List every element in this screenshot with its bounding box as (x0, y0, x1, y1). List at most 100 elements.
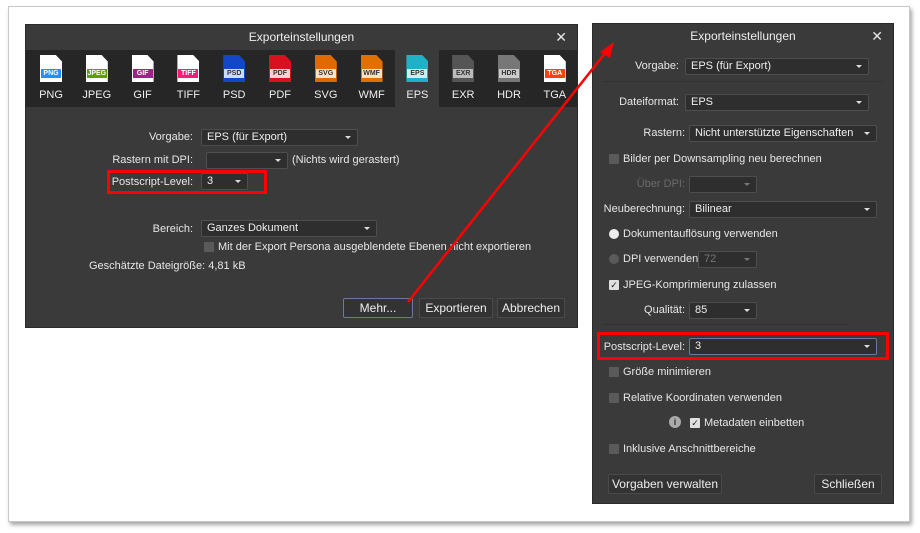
format-tag: WMF (361, 69, 382, 78)
format-label: PSD (222, 89, 246, 101)
above-dpi-label: Über DPI: (636, 178, 685, 190)
format-strip: PNG PNG JPEG JPEG GIF GIF TIFF TIFF PSD PSD PDF PDF… (26, 50, 577, 107)
file-eps-icon: EPS (406, 55, 429, 82)
vorgabe-label: Vorgabe: (148, 131, 193, 143)
postscript-level-label: Postscript-Level: (603, 341, 685, 353)
quality-label: Qualität: (644, 304, 685, 316)
format-tab-pdf[interactable]: PDF PDF (258, 50, 302, 107)
postscript-level-label: Postscript-Level: (111, 176, 193, 188)
file-jpeg-icon: JPEG (85, 55, 108, 82)
file-tga-icon: TGA (543, 55, 566, 82)
relative-coords-checkbox[interactable] (609, 393, 619, 403)
format-tab-gif[interactable]: GIF GIF (121, 50, 165, 107)
quality-dropdown[interactable]: 85 (689, 302, 757, 319)
minimize-label: Größe minimieren (623, 366, 712, 378)
export-button[interactable]: Exportieren (419, 298, 493, 318)
format-tab-eps[interactable]: EPS EPS (395, 50, 440, 107)
vorgabe-label: Vorgabe: (634, 60, 679, 72)
format-tag: PDF (270, 69, 290, 78)
format-tag: EPS (407, 69, 428, 78)
divider (603, 324, 848, 325)
export-dialog-basic: Exporteinstellungen ✕ PNG PNG JPEG JPEG GIF G… (25, 24, 578, 328)
format-label: TGA (543, 89, 567, 101)
dpi-radio[interactable] (609, 254, 619, 264)
file-gif-icon: GIF (131, 55, 154, 82)
format-tag: TIFF (178, 69, 199, 78)
format-tag: JPEG (86, 69, 107, 78)
file-psd-icon: PSD (223, 55, 246, 82)
format-label: EXR (451, 89, 475, 101)
vorgabe-dropdown[interactable]: EPS (für Export) (685, 58, 869, 75)
close-icon[interactable]: ✕ (555, 25, 567, 50)
resample-label: Neuberechnung: (603, 203, 685, 215)
resample-dropdown[interactable]: Bilinear (689, 201, 877, 218)
manage-presets-button[interactable]: Vorgaben verwalten (608, 474, 722, 494)
hide-layers-checkbox[interactable] (204, 242, 214, 252)
metadata-label: Metadaten einbetten (704, 417, 805, 429)
format-label: JPEG (82, 89, 112, 101)
file-hdr-icon: HDR (498, 55, 520, 82)
format-tag: TGA (544, 69, 565, 78)
bleed-label: Inklusive Anschnittbereiche (623, 443, 756, 455)
raster-dpi-label: Rastern mit DPI: (112, 154, 193, 166)
format-label: PDF (269, 89, 291, 101)
format-label: HDR (497, 89, 521, 101)
format-tab-svg[interactable]: SVG SVG (304, 50, 348, 107)
format-tag: HDR (499, 69, 519, 78)
raster-dropdown[interactable]: Nicht unterstützte Eigenschaften (689, 125, 877, 142)
estimated-filesize: Geschätzte Dateigröße: 4,81 kB (89, 260, 246, 272)
divider (603, 81, 883, 82)
dialog-title: Exporteinstellungen (690, 29, 796, 43)
close-icon[interactable]: ✕ (871, 24, 883, 49)
doc-res-radio[interactable] (609, 229, 619, 239)
hide-layers-label: Mit der Export Persona ausgeblendete Ebe… (218, 241, 532, 253)
format-tag: SVG (315, 69, 336, 78)
jpeg-checkbox[interactable]: ✓ (609, 280, 619, 290)
bereich-dropdown[interactable]: Ganzes Dokument (201, 220, 377, 237)
file-png-icon: PNG (40, 55, 62, 82)
jpeg-label: JPEG-Komprimierung zulassen (623, 279, 777, 291)
relative-coords-label: Relative Koordinaten verwenden (623, 392, 782, 404)
format-tab-jpeg[interactable]: JPEG JPEG (75, 50, 119, 107)
close-button[interactable]: Schließen (814, 474, 882, 494)
vorgabe-dropdown[interactable]: EPS (für Export) (201, 129, 358, 146)
file-pdf-icon: PDF (269, 55, 291, 82)
bereich-label: Bereich: (152, 223, 193, 235)
format-tab-png[interactable]: PNG PNG (29, 50, 73, 107)
format-tab-hdr[interactable]: HDR HDR (487, 50, 531, 107)
file-wmf-icon: WMF (360, 55, 383, 82)
format-tag: PNG (41, 69, 61, 78)
bleed-checkbox[interactable] (609, 444, 619, 454)
dpi-spinner[interactable]: 72 (698, 251, 757, 268)
format-tab-tiff[interactable]: TIFF TIFF (166, 50, 210, 107)
format-label: GIF (133, 89, 152, 101)
format-tab-tga[interactable]: TGA TGA (533, 50, 577, 107)
more-button[interactable]: Mehr... (343, 298, 413, 318)
file-tiff-icon: TIFF (177, 55, 200, 82)
above-dpi-dropdown[interactable] (689, 176, 757, 193)
downsample-label: Bilder per Downsampling neu berechnen (623, 153, 822, 165)
doc-res-label: Dokumentauflösung verwenden (623, 228, 778, 240)
cancel-button[interactable]: Abbrechen (497, 298, 565, 318)
postscript-level-dropdown[interactable]: 3 (689, 338, 877, 355)
export-dialog-advanced: Exporteinstellungen ✕ Vorgabe: EPS (für … (592, 23, 894, 504)
dialog-title: Exporteinstellungen (248, 30, 355, 44)
info-icon[interactable]: i (669, 416, 681, 428)
raster-dpi-dropdown[interactable] (206, 152, 288, 169)
downsample-checkbox[interactable] (609, 154, 619, 164)
format-tab-psd[interactable]: PSD PSD (212, 50, 256, 107)
format-tab-exr[interactable]: EXR EXR (441, 50, 485, 107)
metadata-checkbox[interactable]: ✓ (690, 418, 700, 428)
format-label: SVG (314, 89, 338, 101)
format-tag: PSD (224, 69, 245, 78)
format-label: TIFF (176, 89, 200, 101)
format-tab-wmf[interactable]: WMF WMF (350, 50, 394, 107)
format-label: EPS (406, 89, 429, 101)
format-dropdown[interactable]: EPS (685, 94, 869, 111)
format-label: Dateiformat: (619, 96, 679, 108)
raster-label: Rastern: (643, 127, 685, 139)
format-tag: GIF (132, 69, 153, 78)
minimize-checkbox[interactable] (609, 367, 619, 377)
postscript-level-dropdown[interactable]: 3 (201, 173, 248, 190)
file-svg-icon: SVG (314, 55, 337, 82)
